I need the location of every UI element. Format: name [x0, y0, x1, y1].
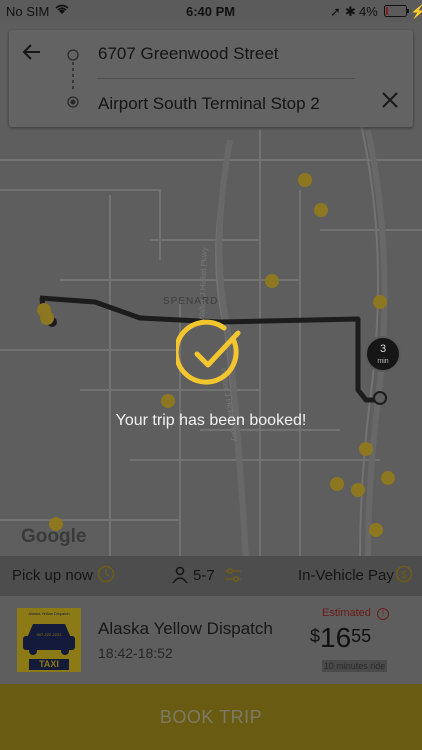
- location-arrow-icon: ➚: [330, 4, 341, 19]
- charging-icon: ⚡: [410, 4, 422, 19]
- ride-duration-badge: 10 minutes ride: [322, 660, 387, 672]
- taxi-company-logo: TAXI Alaska Yellow Dispatch 907-222-2222: [17, 608, 81, 672]
- pickup-now-option[interactable]: Pick up now: [12, 567, 93, 584]
- origin-circle-icon: [67, 48, 79, 61]
- logo-taxi-text: TAXI: [39, 659, 59, 669]
- back-arrow-icon[interactable]: [20, 40, 48, 68]
- info-icon[interactable]: !: [376, 608, 389, 620]
- fare-price: $1655: [310, 622, 371, 654]
- battery-icon: [384, 5, 410, 20]
- destination-field[interactable]: Airport South Terminal Stop 2: [98, 94, 320, 114]
- passenger-count[interactable]: 5-7: [193, 567, 215, 584]
- price-whole: 16: [320, 622, 352, 653]
- price-currency: $: [310, 626, 321, 646]
- logo-company-text: Alaska Yellow Dispatch: [28, 611, 70, 616]
- book-trip-button[interactable]: BOOK TRIP: [0, 684, 422, 750]
- check-circle-icon: [173, 319, 246, 389]
- company-name: Alaska Yellow Dispatch: [98, 619, 273, 638]
- payment-coin-icon[interactable]: $: [395, 565, 413, 587]
- svg-text:$: $: [401, 570, 407, 581]
- trip-options-bar: Pick up now 5-7 In-Vehicle Pay $: [0, 556, 422, 596]
- route-connector: [72, 62, 74, 92]
- eta-value: 3: [379, 343, 387, 355]
- estimated-text: Estimated: [322, 607, 371, 619]
- person-icon: [172, 566, 188, 588]
- booked-message: Your trip has been booked!: [115, 412, 307, 429]
- wifi-icon: [54, 3, 70, 18]
- origin-field[interactable]: 6707 Greenwood Street: [98, 44, 279, 64]
- carrier-label: No SIM: [6, 4, 50, 19]
- price-cents: 55: [351, 626, 372, 646]
- bluetooth-icon: ✱: [345, 4, 356, 19]
- payment-option[interactable]: In-Vehicle Pay: [298, 567, 394, 584]
- clock-label: 6:40 PM: [186, 4, 236, 19]
- clock-icon[interactable]: [97, 565, 115, 587]
- clear-destination-icon[interactable]: [378, 90, 402, 114]
- pickup-time-range: 18:42-18:52: [98, 645, 173, 661]
- estimated-label: Estimated !: [322, 607, 389, 620]
- neighborhood-label: SPENARD: [163, 296, 219, 307]
- google-attribution: Google: [21, 526, 87, 547]
- eta-unit: min: [377, 358, 389, 365]
- field-divider: [97, 78, 355, 79]
- battery-percent: 4%: [359, 4, 378, 19]
- status-bar: No SIM 6:40 PM ➚ ✱ 4% ⚡: [0, 0, 422, 22]
- filter-sliders-icon[interactable]: [224, 566, 242, 588]
- destination-dot-icon: [67, 95, 79, 108]
- logo-phone-text: 907-222-2222: [36, 632, 62, 637]
